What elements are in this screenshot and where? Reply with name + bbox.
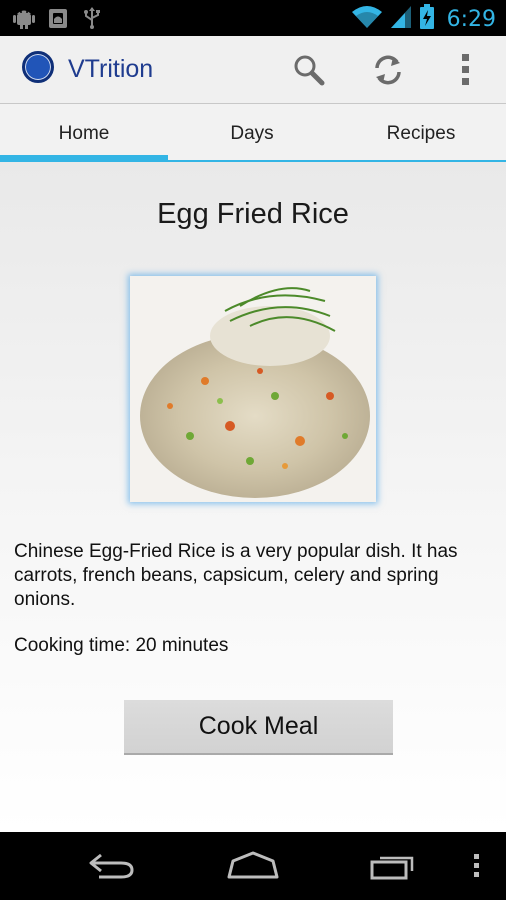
app-title: VTrition [68, 55, 154, 83]
back-icon [89, 853, 134, 879]
recipe-description: Chinese Egg-Fried Rice is a very popular… [14, 541, 458, 610]
overflow-menu-button[interactable] [446, 50, 486, 90]
back-button[interactable] [82, 846, 142, 886]
notification-icons [12, 7, 104, 29]
menu-button[interactable] [452, 846, 502, 886]
tab-recipes[interactable]: Recipes [337, 104, 505, 162]
tab-home[interactable]: Home [0, 104, 168, 162]
fried-rice-photo [130, 276, 376, 502]
app-logo-icon[interactable] [22, 51, 54, 83]
action-bar: VTrition [0, 36, 506, 104]
recipe-content: Egg Fried Rice Chinese Egg-Fried Rice is… [0, 162, 506, 832]
home-button[interactable] [223, 846, 283, 886]
selected-tab-indicator [0, 155, 168, 162]
android-debug-icon [12, 7, 36, 29]
overflow-menu-icon [462, 54, 469, 85]
tab-bar: Home Days Recipes [0, 104, 506, 162]
cook-meal-button[interactable]: Cook Meal [124, 700, 393, 755]
menu-icon [474, 854, 479, 877]
usb-icon [80, 7, 104, 29]
signal-icon [389, 4, 413, 35]
android-sd-icon [46, 7, 70, 29]
system-icons: 6:29 [351, 4, 496, 35]
refresh-icon [375, 55, 401, 85]
recent-apps-icon [370, 856, 414, 880]
cooking-time: Cooking time: 20 minutes [14, 635, 229, 656]
status-clock: 6:29 [446, 6, 496, 32]
search-button[interactable] [289, 50, 329, 90]
navigation-bar [0, 832, 506, 900]
search-icon [294, 55, 325, 86]
battery-charging-icon [419, 4, 435, 35]
recipe-title: Egg Fried Rice [157, 198, 349, 230]
home-icon [227, 851, 279, 879]
tab-days[interactable]: Days [168, 104, 336, 162]
status-bar: 6:29 [0, 0, 506, 36]
refresh-button[interactable] [368, 50, 408, 90]
recent-apps-button[interactable] [364, 846, 424, 886]
wifi-icon [351, 4, 383, 35]
